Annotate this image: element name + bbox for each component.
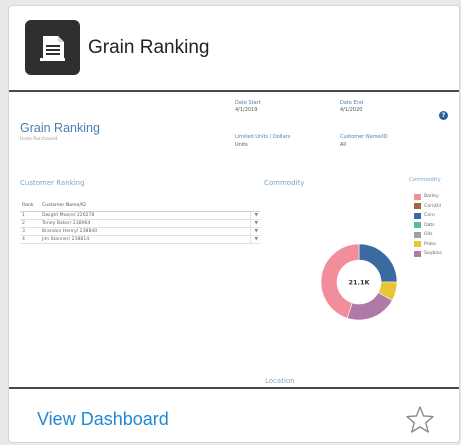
table-row[interactable]: 4 Jim Stanner/ 238814 ▼ [20,235,260,244]
commodity-heading: Commodity [264,179,305,187]
date-end-value[interactable]: 4/1/2020 [340,107,362,113]
legend-label: Corn [424,213,435,219]
view-dashboard-link[interactable]: View Dashboard [37,409,169,430]
legend-swatch [414,222,421,229]
table-row[interactable]: 3 Brandon Henry/ 238840 ▼ [20,227,260,236]
limited-units-label: Limited Units / Dollars [235,134,291,140]
date-end-label: Date End [340,100,364,106]
donut-slice-soybins[interactable] [346,292,393,321]
legend-item[interactable]: Oils [414,230,442,240]
legend-item[interactable]: Soybins [414,249,442,259]
chevron-down-icon[interactable]: ▼ [249,219,260,228]
legend-label: Oils [424,232,433,238]
legend-swatch [414,250,421,257]
legend-swatch [414,203,421,210]
document-icon [25,20,80,75]
card-title: Grain Ranking [88,37,210,58]
table-row[interactable]: 2 Toney Baker/ 238964 ▼ [20,219,260,228]
chevron-down-icon[interactable]: ▼ [249,235,260,244]
chevron-down-icon[interactable]: ▼ [249,211,260,220]
rank-cell: 2 [20,219,40,228]
card-header: Grain Ranking [9,6,459,92]
rank-cell: 4 [20,235,40,244]
location-heading: Location [265,377,295,385]
dashboard-card[interactable]: Grain Ranking Grain Ranking Units Purcha… [8,5,460,443]
table-row[interactable]: 1 Dwight Moore/ 226278 ▼ [20,211,260,220]
customer-filter-value[interactable]: All [340,142,346,148]
dashboard-subtitle: Units Purchased [20,137,57,142]
legend-item[interactable]: CornOil [414,202,442,212]
customer-filter-label: Customer Name/ID [340,134,388,140]
star-icon[interactable] [404,404,436,436]
chevron-down-icon[interactable]: ▼ [249,227,260,236]
dashboard-thumbnail[interactable]: Grain Ranking Units Purchased Date Start… [9,92,459,387]
legend-swatch [414,193,421,200]
customer-cell: Brandon Henry/ 238840 [40,227,250,236]
legend-item[interactable]: Barley [414,192,442,202]
commodity-donut-chart[interactable]: 21.1K [309,232,409,332]
donut-total-label: 21.1K [348,279,370,287]
rank-cell: 1 [20,211,40,220]
commodity-legend: Barley CornOil Corn Oats Oils Proto Soyb… [414,192,442,259]
legend-label: Barley [424,194,439,200]
date-start-value[interactable]: 4/1/2019 [235,107,257,113]
legend-item[interactable]: Corn [414,211,442,221]
commodity-legend-heading: Commodity [409,177,441,183]
customer-cell: Dwight Moore/ 226278 [40,211,250,220]
legend-item[interactable]: Proto [414,240,442,250]
help-icon[interactable]: ? [439,111,448,120]
card-footer: View Dashboard [9,387,459,442]
customer-cell: Toney Baker/ 238964 [40,219,250,228]
customer-cell: Jim Stanner/ 238814 [40,235,250,244]
legend-swatch [414,231,421,238]
legend-label: Soybins [424,251,442,257]
legend-label: Proto [424,241,436,247]
customer-ranking-heading: Customer Ranking [20,179,85,187]
dashboard-title: Grain Ranking [20,121,100,135]
legend-swatch [414,241,421,248]
rank-cell: 3 [20,227,40,236]
customer-column-header: Customer Name/ID [40,201,250,212]
date-start-label: Date Start [235,100,261,106]
legend-item[interactable]: Oats [414,221,442,231]
rank-column-header: Rank [20,201,40,212]
legend-label: Oats [424,222,435,228]
donut-slice-corn[interactable] [358,243,398,283]
customer-ranking-table: Rank Customer Name/ID 1 Dwight Moore/ 22… [20,201,260,244]
limited-units-value[interactable]: Units [235,142,248,148]
legend-label: CornOil [424,203,441,209]
legend-swatch [414,212,421,219]
